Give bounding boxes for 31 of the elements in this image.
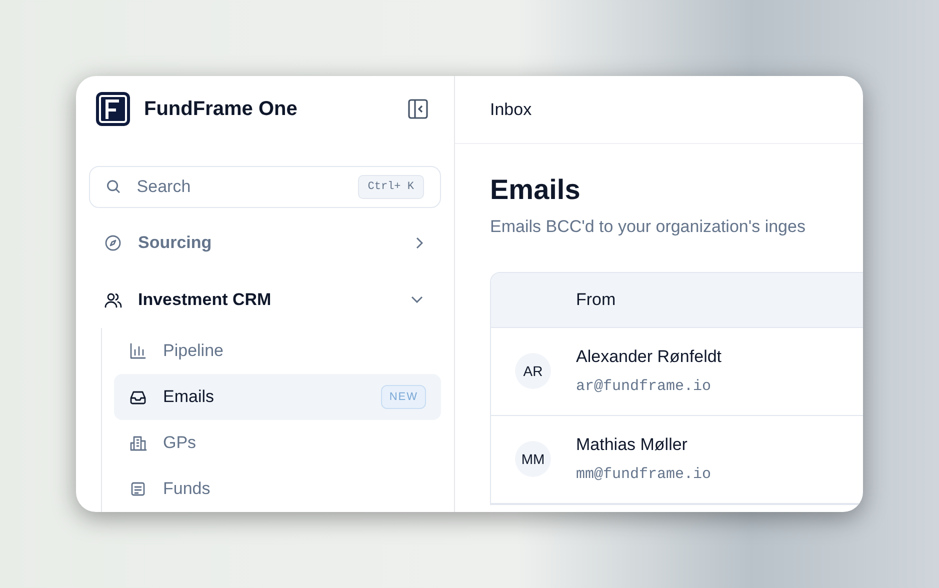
collapse-sidebar-button[interactable] xyxy=(407,98,429,120)
search-field[interactable]: Search Ctrl+ K xyxy=(89,166,441,208)
compass-icon xyxy=(104,234,122,252)
app-title: FundFrame One xyxy=(144,97,298,122)
nav-item[interactable]: GPs xyxy=(114,420,441,466)
sender-name: Alexander Rønfeldt xyxy=(576,346,722,368)
shortcut-hint: Ctrl+ K xyxy=(358,174,424,200)
users-icon xyxy=(104,290,122,308)
column-header: From xyxy=(576,288,616,311)
breadcrumb: Inbox xyxy=(490,98,532,121)
building-icon xyxy=(129,434,147,452)
new-badge: NEW xyxy=(381,384,426,410)
page-subtitle: Emails BCC'd to your organization's inges xyxy=(490,216,806,238)
nav-item[interactable]: Pipeline xyxy=(114,328,441,374)
list-icon xyxy=(129,480,147,498)
bar-chart-icon xyxy=(129,342,147,360)
chevron-right-icon xyxy=(416,236,423,248)
search-icon xyxy=(106,178,121,196)
nav-section[interactable]: Sourcing xyxy=(89,214,441,271)
search-input[interactable]: Search xyxy=(136,174,358,200)
page-title: Emails xyxy=(490,174,582,206)
nav-item[interactable]: Funds xyxy=(114,466,441,512)
avatar: AR xyxy=(515,353,551,389)
nav-section[interactable]: Investment CRM xyxy=(89,271,441,328)
avatar: MM xyxy=(515,441,551,477)
sender-email: ar@fundframe.io xyxy=(576,376,712,396)
sender-email: mm@fundframe.io xyxy=(576,464,712,484)
chevron-down-icon xyxy=(411,296,423,303)
logo-icon xyxy=(95,91,131,128)
nav-item[interactable]: Emails NEW xyxy=(114,374,441,420)
sender-name: Mathias Møller xyxy=(576,434,688,456)
